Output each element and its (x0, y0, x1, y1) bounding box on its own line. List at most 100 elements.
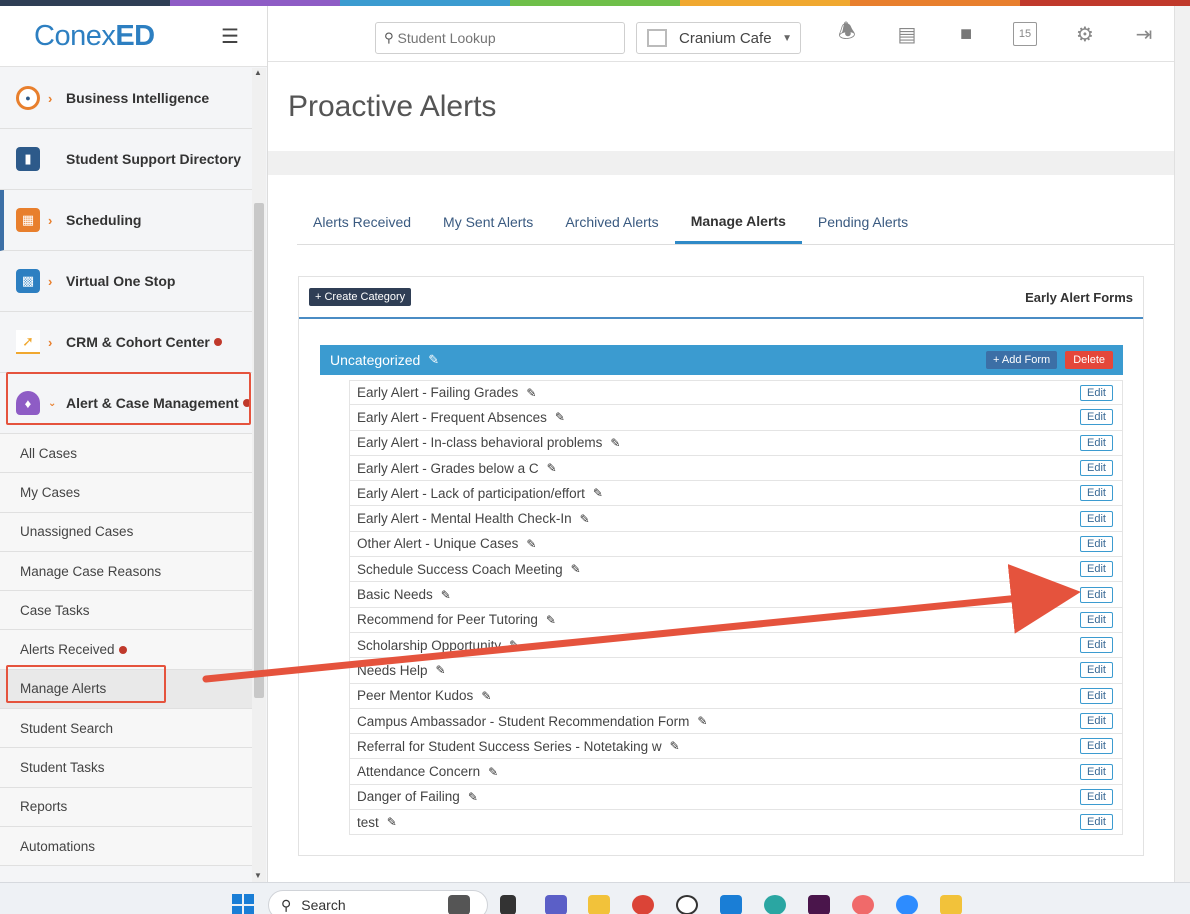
sidebar-item-label: Business Intelligence (66, 90, 210, 106)
form-name: Recommend for Peer Tutoring (357, 612, 538, 628)
edit-form-button[interactable]: Edit (1080, 763, 1113, 780)
edit-form-button[interactable]: Edit (1080, 460, 1113, 477)
teams-icon[interactable] (545, 895, 567, 914)
create-category-button[interactable]: + Create Category (309, 288, 412, 306)
pencil-icon[interactable]: ✎ (436, 663, 446, 677)
sidebar-subitem-student-search[interactable]: Student Search (0, 709, 252, 749)
tab-alerts-received[interactable]: Alerts Received (297, 200, 427, 244)
gear-icon[interactable]: ⚙ (1073, 22, 1097, 46)
sidebar-scrollbar[interactable]: ▲ ▼ (252, 68, 266, 882)
campus-select[interactable]: Cranium Cafe ▼ (636, 22, 801, 54)
edit-form-button[interactable]: Edit (1080, 788, 1113, 805)
pencil-icon[interactable]: ✎ (555, 410, 565, 424)
contact-card-icon[interactable]: ▤ (895, 22, 919, 46)
pencil-icon[interactable]: ✎ (488, 765, 498, 779)
edit-form-button[interactable]: Edit (1080, 586, 1113, 603)
pencil-icon[interactable]: ✎ (670, 739, 680, 753)
directory-icon: ▮ (16, 147, 40, 171)
slack-icon[interactable] (808, 895, 830, 914)
conexed-logo[interactable]: ConexED (34, 20, 155, 53)
scrollbar-thumb[interactable] (254, 203, 264, 698)
sidebar-subitem-unassigned-cases[interactable]: Unassigned Cases (0, 512, 252, 552)
pencil-icon[interactable]: ✎ (481, 689, 491, 703)
edit-form-button[interactable]: Edit (1080, 611, 1113, 628)
form-name: Danger of Failing (357, 789, 460, 805)
scroll-up-icon[interactable]: ▲ (254, 68, 262, 77)
dell-icon[interactable] (676, 895, 698, 914)
asana-icon[interactable] (852, 895, 874, 914)
form-row: Early Alert - Failing Grades ✎ Edit (349, 380, 1123, 406)
pencil-icon[interactable]: ✎ (593, 486, 603, 500)
pencil-icon[interactable]: ✎ (547, 461, 557, 475)
sidebar-item-student-support-directory[interactable]: ▮ Student Support Directory (0, 129, 252, 190)
edit-form-button[interactable]: Edit (1080, 687, 1113, 704)
tab-pending-alerts[interactable]: Pending Alerts (802, 200, 924, 244)
edit-form-button[interactable]: Edit (1080, 510, 1113, 527)
edit-form-button[interactable]: Edit (1080, 738, 1113, 755)
sidebar-subitem-my-cases[interactable]: My Cases (0, 473, 252, 513)
task-view-icon[interactable] (500, 895, 516, 914)
edit-form-button[interactable]: Edit (1080, 485, 1113, 502)
pencil-icon[interactable]: ✎ (610, 436, 620, 450)
sidebar-subitem-automations[interactable]: Automations (0, 826, 252, 867)
sidebar-item-virtual-one-stop[interactable]: ▩ › Virtual One Stop (0, 251, 252, 312)
pencil-icon[interactable]: ✎ (428, 352, 439, 368)
edit-form-button[interactable]: Edit (1080, 561, 1113, 578)
form-row: Campus Ambassador - Student Recommendati… (349, 708, 1123, 735)
pencil-icon[interactable]: ✎ (697, 714, 707, 728)
pencil-icon[interactable]: ✎ (526, 537, 536, 551)
scroll-down-icon[interactable]: ▼ (254, 871, 262, 880)
edit-form-button[interactable]: Edit (1080, 384, 1113, 401)
app-icon[interactable] (720, 895, 742, 914)
pencil-icon[interactable]: ✎ (526, 386, 536, 400)
pencil-icon[interactable]: ✎ (509, 638, 519, 652)
edit-form-button[interactable]: Edit (1080, 814, 1113, 831)
sidebar-item-business-intelligence[interactable]: ● › Business Intelligence (0, 68, 252, 129)
sidebar-item-label: Student Support Directory (66, 151, 242, 167)
chrome-icon[interactable] (632, 895, 654, 914)
hamburger-icon[interactable]: ☰ (221, 24, 239, 49)
pencil-icon[interactable]: ✎ (468, 790, 478, 804)
pencil-icon[interactable]: ✎ (387, 815, 397, 829)
calendar-icon[interactable]: 15 (1013, 22, 1037, 46)
add-form-button[interactable]: + Add Form (986, 351, 1058, 369)
edit-form-button[interactable]: Edit (1080, 713, 1113, 729)
sidebar-subitem-manage-case-reasons[interactable]: Manage Case Reasons (0, 551, 252, 592)
file-explorer-icon[interactable] (588, 895, 610, 914)
page-scrollbar[interactable] (1174, 6, 1190, 882)
chevron-down-icon: ▼ (782, 32, 792, 44)
student-lookup-input[interactable] (397, 30, 608, 46)
lock-icon[interactable]: ■ (954, 22, 978, 46)
page-title: Proactive Alerts (288, 90, 497, 123)
sidebar-subitem-case-tasks[interactable]: Case Tasks (0, 591, 252, 631)
tab-my-sent-alerts[interactable]: My Sent Alerts (427, 200, 549, 244)
windows-start-icon[interactable] (232, 894, 254, 914)
edge-icon[interactable] (764, 895, 786, 914)
sidebar-item-crm-cohort-center[interactable]: ➚ › CRM & Cohort Center (0, 312, 252, 373)
app-icon[interactable] (940, 895, 962, 914)
tab-manage-alerts[interactable]: Manage Alerts (674, 200, 802, 244)
form-name: Campus Ambassador - Student Recommendati… (357, 713, 690, 729)
logout-icon[interactable]: ⇥ (1132, 22, 1156, 46)
pencil-icon[interactable]: ✎ (580, 512, 590, 526)
bell-icon[interactable]: 🕭 (835, 21, 859, 46)
pencil-icon[interactable]: ✎ (571, 562, 581, 576)
edit-form-button[interactable]: Edit (1080, 535, 1113, 552)
edit-form-button[interactable]: Edit (1080, 637, 1113, 654)
zoom-icon[interactable] (896, 895, 918, 914)
student-lookup-field[interactable]: ⚲ (375, 22, 625, 54)
pencil-icon[interactable]: ✎ (546, 613, 556, 627)
tab-archived-alerts[interactable]: Archived Alerts (549, 200, 674, 244)
sidebar-subitem-all-cases[interactable]: All Cases (0, 434, 252, 474)
sidebar-subitem-alerts-received[interactable]: Alerts Received (0, 630, 252, 670)
sidebar-subitem-reports[interactable]: Reports (0, 787, 252, 827)
edit-form-button[interactable]: Edit (1080, 409, 1113, 426)
camera-app-icon[interactable] (448, 895, 470, 914)
sidebar-item-scheduling[interactable]: ▦ › Scheduling (0, 190, 252, 251)
sidebar: ConexED ☰ ● › Business Intelligence ▮ St… (0, 6, 268, 882)
delete-category-button[interactable]: Delete (1065, 351, 1113, 369)
edit-form-button[interactable]: Edit (1080, 434, 1113, 451)
edit-form-button[interactable]: Edit (1080, 662, 1113, 679)
sidebar-subitem-student-tasks[interactable]: Student Tasks (0, 748, 252, 788)
pencil-icon[interactable]: ✎ (441, 588, 451, 602)
